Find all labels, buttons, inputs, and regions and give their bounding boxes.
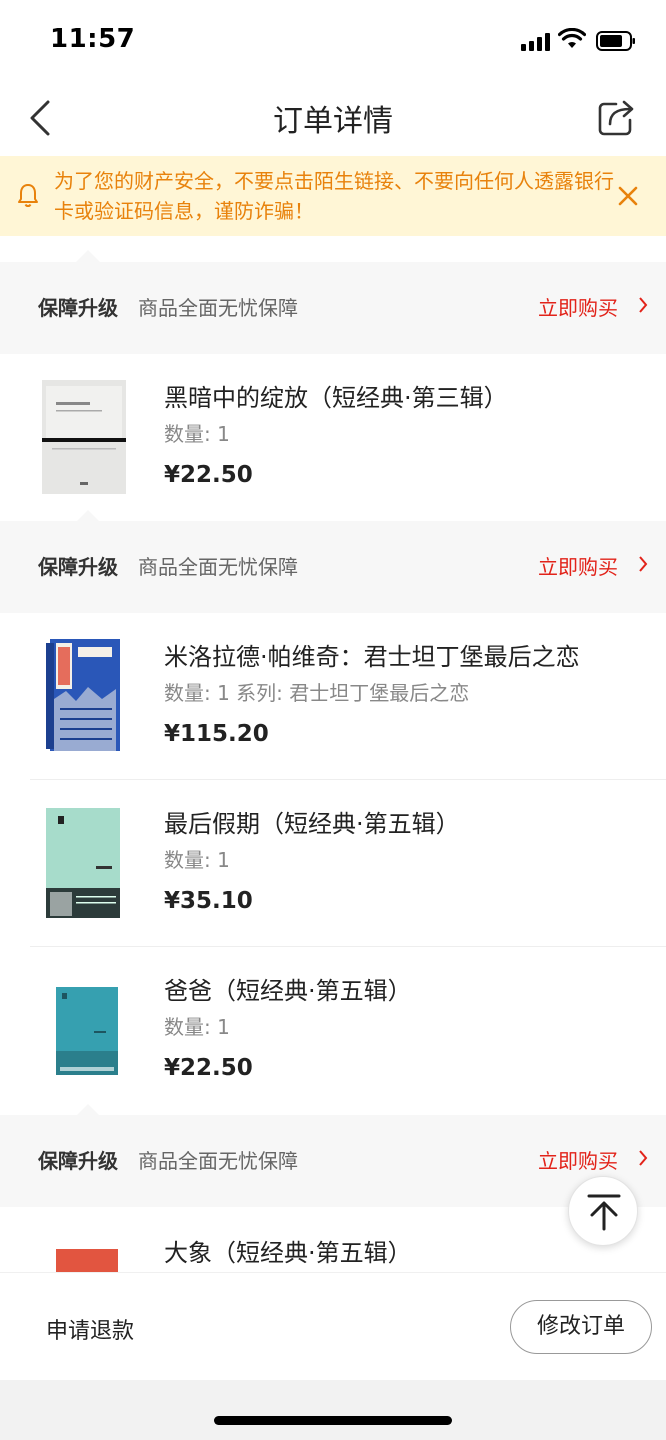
guarantee-desc: 商品全面无忧保障 xyxy=(138,296,298,320)
item-price: ¥115.20 xyxy=(164,721,269,747)
status-time: 11:57 xyxy=(50,24,136,54)
arrow-up-icon xyxy=(587,1194,621,1231)
order-item[interactable]: 大象（短经典·第五辑） xyxy=(0,1207,666,1272)
buy-now-link[interactable]: 立即购买 xyxy=(538,1145,618,1174)
buy-now-link[interactable]: 立即购买 xyxy=(538,292,618,321)
security-notice: 为了您的财产安全，不要点击陌生链接、不要向任何人透露银行卡或验证码信息，谨防诈骗… xyxy=(0,156,666,236)
order-item[interactable]: 最后假期（短经典·第五辑） 数量: 1 ¥35.10 xyxy=(0,780,666,946)
item-name: 最后假期（短经典·第五辑） xyxy=(164,810,460,838)
apply-refund-link[interactable]: 申请退款 xyxy=(46,1313,134,1345)
item-price: ¥22.50 xyxy=(164,462,253,488)
chevron-right-icon[interactable] xyxy=(638,555,648,573)
wifi-icon xyxy=(558,28,586,48)
chevron-right-icon[interactable] xyxy=(638,296,648,314)
close-icon[interactable] xyxy=(616,184,640,208)
item-name: 爸爸（短经典·第五辑） xyxy=(164,977,412,1005)
book-cover-image xyxy=(42,380,126,494)
item-name: 米洛拉德·帕维奇：君士坦丁堡最后之恋 xyxy=(164,643,580,671)
guarantee-desc: 商品全面无忧保障 xyxy=(138,1149,298,1173)
buy-now-link[interactable]: 立即购买 xyxy=(538,551,618,580)
nav-bar: 订单详情 xyxy=(0,80,666,156)
guarantee-desc: 商品全面无忧保障 xyxy=(138,555,298,579)
guarantee-upgrade-row: 保障升级 商品全面无忧保障 立即购买 xyxy=(0,262,666,354)
notice-text: 为了您的财产安全，不要点击陌生链接、不要向任何人透露银行卡或验证码信息，谨防诈骗… xyxy=(54,169,614,223)
guarantee-upgrade-row: 保障升级 商品全面无忧保障 立即购买 xyxy=(0,1115,666,1207)
back-to-top-button[interactable] xyxy=(568,1176,638,1246)
item-price: ¥35.10 xyxy=(164,888,253,914)
chevron-right-icon[interactable] xyxy=(638,1149,648,1167)
page-title: 订单详情 xyxy=(273,104,393,139)
order-item[interactable]: 爸爸（短经典·第五辑） 数量: 1 ¥22.50 xyxy=(0,947,666,1113)
caret-up-icon xyxy=(76,250,100,262)
home-indicator-area xyxy=(0,1380,666,1440)
book-cover-image xyxy=(56,987,118,1075)
item-quantity: 数量: 1 xyxy=(164,1015,230,1039)
caret-up-icon xyxy=(76,510,100,522)
order-content: 保障升级 商品全面无忧保障 立即购买 黑暗中的绽放（短经典·第三辑） 数量: 1… xyxy=(0,236,666,1272)
bottom-action-bar: 申请退款 修改订单 xyxy=(0,1272,666,1380)
home-indicator[interactable] xyxy=(214,1416,452,1425)
item-name: 黑暗中的绽放（短经典·第三辑） xyxy=(164,384,508,412)
order-item[interactable]: 米洛拉德·帕维奇：君士坦丁堡最后之恋 数量: 1 系列: 君士坦丁堡最后之恋 ¥… xyxy=(0,613,666,779)
cellular-signal-icon xyxy=(521,33,551,51)
item-quantity: 数量: 1 xyxy=(164,848,230,872)
item-price: ¥22.50 xyxy=(164,1055,253,1081)
guarantee-title: 保障升级 xyxy=(38,555,118,579)
caret-up-icon xyxy=(76,1104,100,1116)
modify-order-button[interactable]: 修改订单 xyxy=(510,1300,652,1354)
share-icon[interactable] xyxy=(596,96,638,138)
order-item[interactable]: 黑暗中的绽放（短经典·第三辑） 数量: 1 ¥22.50 xyxy=(0,354,666,520)
guarantee-upgrade-row: 保障升级 商品全面无忧保障 立即购买 xyxy=(0,521,666,613)
book-cover-image xyxy=(56,1249,118,1272)
book-cover-image xyxy=(46,639,120,751)
guarantee-title: 保障升级 xyxy=(38,1149,118,1173)
bell-icon xyxy=(18,184,38,207)
book-cover-image xyxy=(46,808,120,918)
guarantee-title: 保障升级 xyxy=(38,296,118,320)
battery-icon xyxy=(596,31,635,51)
item-name: 大象（短经典·第五辑） xyxy=(164,1239,412,1267)
status-bar: 11:57 xyxy=(0,0,666,80)
item-quantity: 数量: 1 xyxy=(164,422,230,446)
item-quantity: 数量: 1 系列: 君士坦丁堡最后之恋 xyxy=(164,681,470,705)
